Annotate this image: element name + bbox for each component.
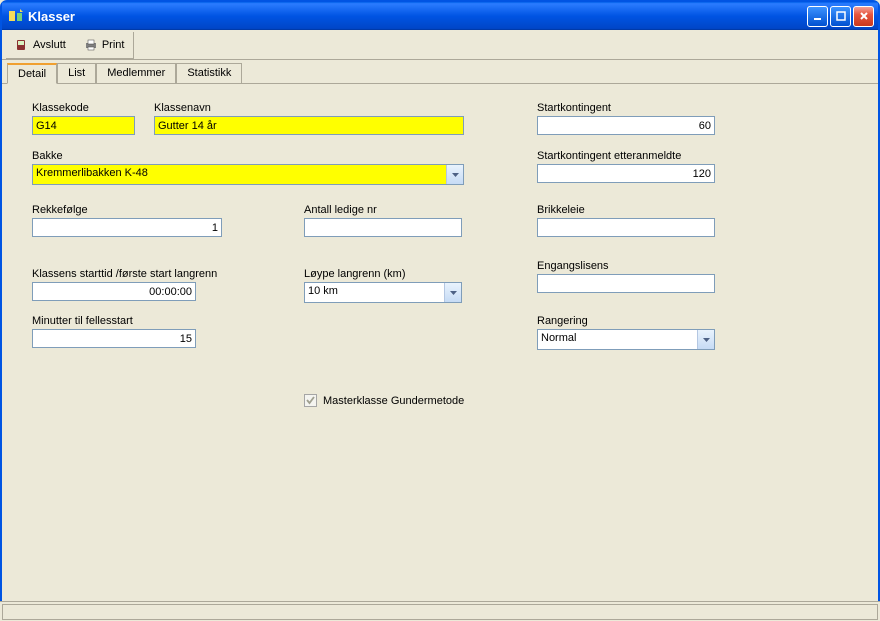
antall-ledige-input[interactable] [304,218,462,237]
antall-ledige-label: Antall ledige nr [304,204,462,216]
rangering-combo[interactable]: Normal [537,329,715,350]
exit-icon [15,38,29,52]
printer-icon [84,38,98,52]
close-button[interactable] [853,6,874,27]
rekkefolge-label: Rekkefølge [32,204,222,216]
klassekode-label: Klassekode [32,102,135,114]
window-title: Klasser [28,9,807,24]
klassenavn-input[interactable] [154,116,464,135]
app-icon [8,8,24,24]
tab-statistikk[interactable]: Statistikk [176,63,242,83]
avslutt-button[interactable]: Avslutt [6,32,75,58]
brikkeleie-input[interactable] [537,218,715,237]
print-button[interactable]: Print [75,32,134,58]
avslutt-label: Avslutt [33,39,66,51]
engangslisens-label: Engangslisens [537,260,715,272]
klassens-starttid-input[interactable] [32,282,196,301]
tab-list[interactable]: List [57,63,96,83]
minutter-fellesstart-label: Minutter til fellesstart [32,315,196,327]
status-panel [2,604,878,620]
loype-langrenn-label: Løype langrenn (km) [304,268,462,280]
minimize-button[interactable] [807,6,828,27]
loype-langrenn-combo[interactable]: 10 km [304,282,462,303]
engangslisens-input[interactable] [537,274,715,293]
tabs: Detail List Medlemmer Statistikk [2,60,878,84]
klassens-starttid-label: Klassens starttid /første start langrenn [32,268,217,280]
minutter-fellesstart-input[interactable] [32,329,196,348]
masterklasse-label: Masterklasse Gundermetode [323,395,464,407]
bakke-label: Bakke [32,150,464,162]
check-icon [305,395,316,406]
dropdown-arrow-icon[interactable] [697,330,714,349]
startkontingent-label: Startkontingent [537,102,715,114]
print-label: Print [102,39,125,51]
loype-langrenn-value: 10 km [305,283,444,302]
klassekode-input[interactable] [32,116,135,135]
startkontingent-etter-input[interactable] [537,164,715,183]
rangering-value: Normal [538,330,697,349]
status-bar [0,601,880,621]
masterklasse-checkbox[interactable] [304,394,317,407]
titlebar: Klasser [2,2,878,30]
maximize-button[interactable] [830,6,851,27]
bakke-combo[interactable]: Kremmerlibakken K-48 [32,164,464,185]
startkontingent-etter-label: Startkontingent etteranmeldte [537,150,715,162]
dropdown-arrow-icon[interactable] [446,165,463,184]
detail-panel: Klassekode Klassenavn Bakke Kremmerlibak… [2,84,878,594]
brikkeleie-label: Brikkeleie [537,204,715,216]
klassenavn-label: Klassenavn [154,102,464,114]
startkontingent-input[interactable] [537,116,715,135]
bakke-value: Kremmerlibakken K-48 [33,165,446,184]
rekkefolge-input[interactable] [32,218,222,237]
tab-detail[interactable]: Detail [7,63,57,84]
dropdown-arrow-icon[interactable] [444,283,461,302]
toolbar: Avslutt Print [2,30,878,60]
tab-medlemmer[interactable]: Medlemmer [96,63,176,83]
rangering-label: Rangering [537,315,715,327]
